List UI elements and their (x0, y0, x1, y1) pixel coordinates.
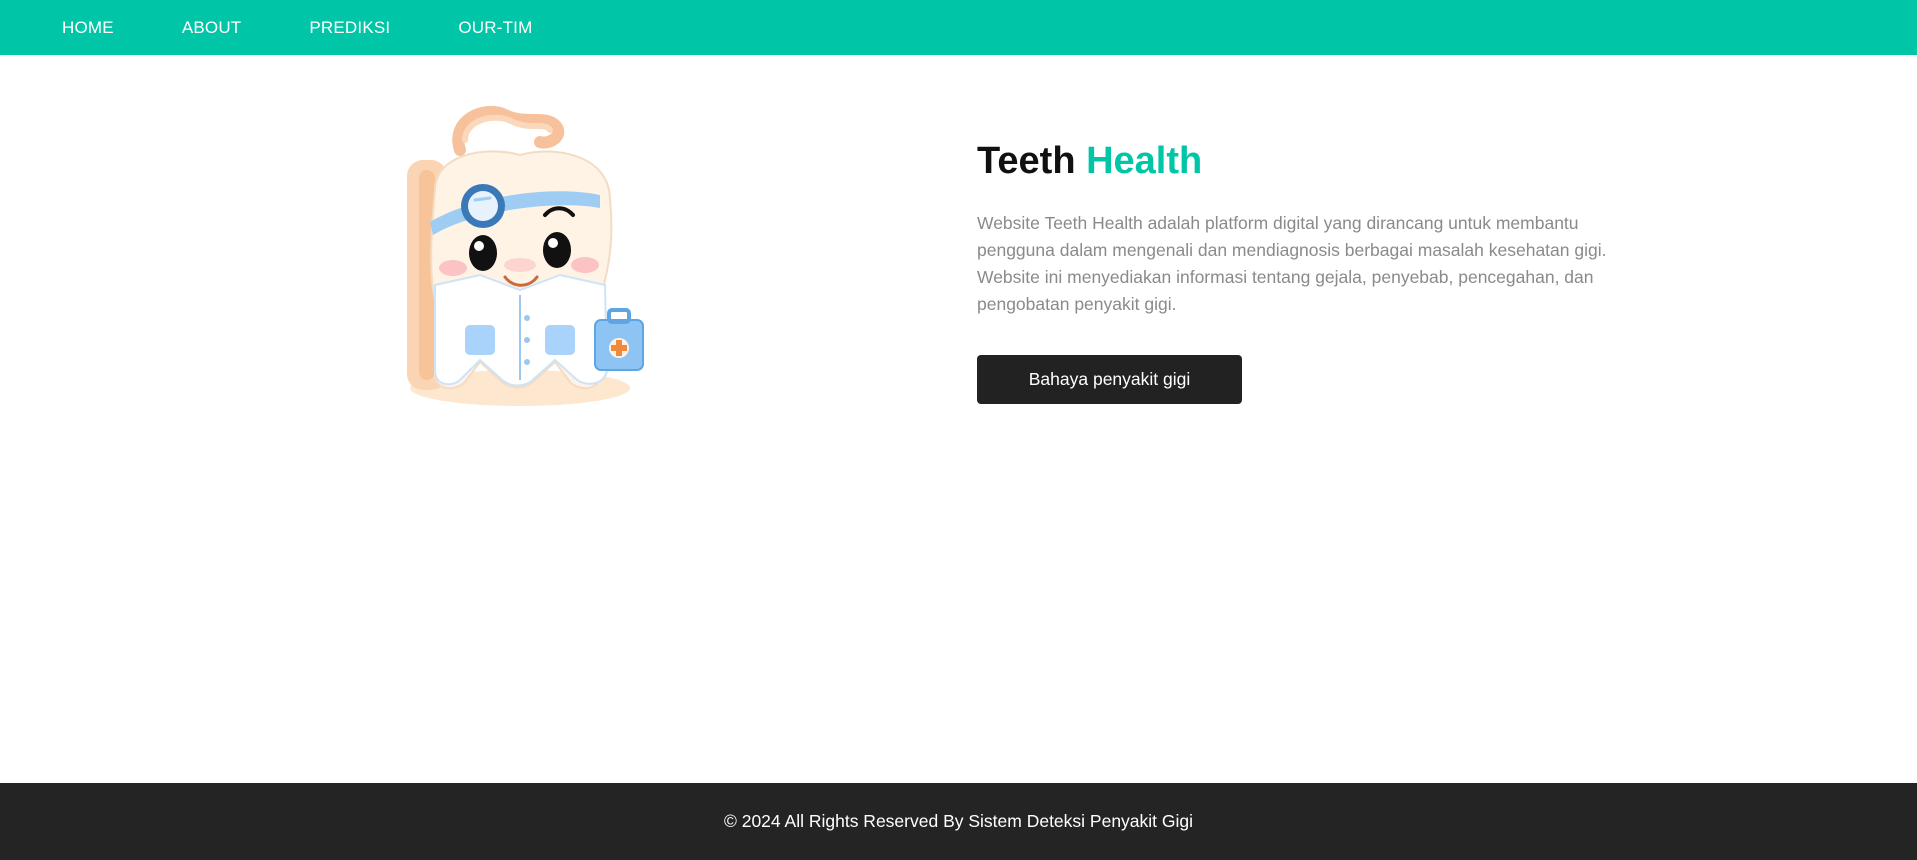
footer-copyright: © 2024 All Rights Reserved By Sistem Det… (723, 811, 1194, 831)
hero-description: Website Teeth Health adalah platform dig… (977, 213, 1607, 314)
hero-title-part1: Teeth (977, 140, 1076, 182)
top-navbar: HOME ABOUT PREDIKSI OUR-TIM (0, 0, 1917, 55)
nav-our-tim[interactable]: OUR-TIM (458, 18, 532, 38)
hero-title-accent: Health (1086, 140, 1203, 182)
nav-about[interactable]: ABOUT (182, 18, 242, 38)
hero-section: Teeth Health Website Teeth Health adalah… (977, 138, 1617, 404)
nav-prediksi[interactable]: PREDIKSI (309, 18, 390, 38)
footer: © 2024 All Rights Reserved By Sistem Det… (0, 783, 1917, 860)
nav-home[interactable]: HOME (62, 18, 114, 38)
hero-title: Teeth Health (977, 138, 1617, 184)
danger-tooth-disease-button[interactable]: Bahaya penyakit gigi (977, 355, 1242, 404)
tooth-doctor-illustration (395, 100, 655, 410)
